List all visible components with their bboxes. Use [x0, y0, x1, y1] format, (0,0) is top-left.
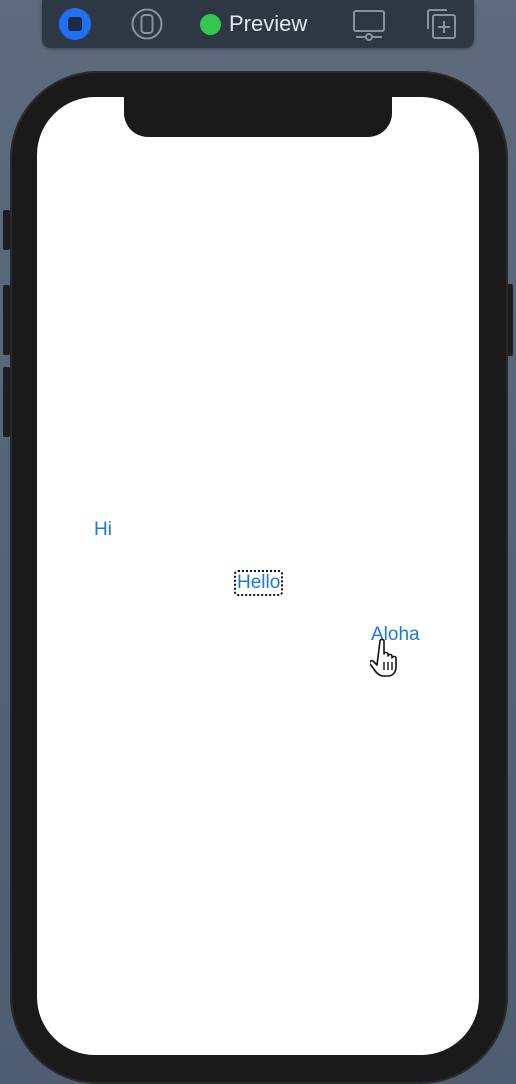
hi-text[interactable]: Hi [94, 519, 112, 541]
preview-toolbar: Preview [42, 0, 474, 48]
pointing-hand-cursor-icon [370, 638, 397, 677]
device-icon [131, 8, 163, 40]
notch [124, 97, 392, 137]
monitor-icon [353, 10, 385, 41]
volume-up-button [3, 285, 10, 355]
preview-status: Preview [200, 11, 307, 37]
volume-down-button [3, 367, 10, 437]
preview-status-label: Preview [229, 11, 308, 36]
live-preview-button[interactable] [58, 8, 92, 40]
device-settings-button[interactable] [352, 8, 386, 41]
device-screen: Hi Hello Aloha [37, 97, 479, 1055]
status-indicator [200, 13, 221, 35]
duplicate-icon [427, 9, 456, 39]
mute-switch [3, 210, 10, 250]
hello-text-focused[interactable]: Hello [234, 570, 284, 596]
duplicate-preview-button[interactable] [424, 8, 458, 40]
device-selector-button[interactable] [130, 8, 164, 40]
stop-icon [59, 8, 91, 40]
